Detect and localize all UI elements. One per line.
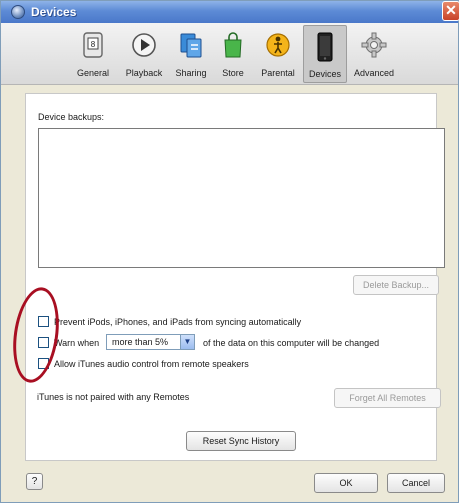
general-icon: 8 <box>83 32 103 58</box>
preferences-toolbar: 8 General Playback Sharing Store Parenta… <box>1 23 458 85</box>
warn-threshold-select[interactable]: more than 5% ▼ <box>106 334 195 350</box>
tab-playback[interactable]: Playback <box>121 25 167 83</box>
device-backups-label: Device backups: <box>38 112 105 122</box>
title-bar[interactable]: Devices ✕ <box>1 1 459 23</box>
tab-advanced[interactable]: Advanced <box>349 25 399 83</box>
playback-icon <box>132 33 156 57</box>
store-icon <box>224 32 242 58</box>
preferences-window: Devices ✕ 8 General Playback Sharing Sto… <box>0 0 459 503</box>
warn-suffix-label: of the data on this computer will be cha… <box>203 338 380 348</box>
tab-store[interactable]: Store <box>215 25 251 83</box>
tab-label: Playback <box>125 68 163 78</box>
ok-button[interactable]: OK <box>314 473 378 493</box>
prevent-sync-option[interactable]: Prevent iPods, iPhones, and iPads from s… <box>38 316 378 330</box>
tab-label: General <box>76 68 110 78</box>
warn-prefix-label: Warn when <box>54 338 100 348</box>
tab-label: Parental <box>261 68 295 78</box>
devices-icon <box>317 32 333 62</box>
reset-sync-history-button[interactable]: Reset Sync History <box>186 431 296 451</box>
tab-general[interactable]: 8 General <box>73 25 113 83</box>
help-button[interactable]: ? <box>26 473 43 490</box>
tab-parental[interactable]: Parental <box>255 25 301 83</box>
parental-icon <box>266 33 290 57</box>
forget-all-remotes-button[interactable]: Forget All Remotes <box>334 388 441 408</box>
remote-audio-label: Allow iTunes audio control from remote s… <box>54 359 249 369</box>
tab-sharing[interactable]: Sharing <box>171 25 211 83</box>
prevent-sync-label: Prevent iPods, iPhones, and iPads from s… <box>54 317 302 327</box>
device-backups-list[interactable] <box>38 128 445 268</box>
svg-text:8: 8 <box>91 40 96 49</box>
itunes-app-icon <box>11 5 25 19</box>
advanced-icon <box>361 32 387 58</box>
close-button[interactable]: ✕ <box>442 1 459 21</box>
tab-devices[interactable]: Devices <box>303 25 347 83</box>
tab-label: Advanced <box>353 68 395 78</box>
window-title: Devices <box>31 5 77 19</box>
warn-threshold-value: more than 5% <box>112 337 169 347</box>
remotes-status-text: iTunes is not paired with any Remotes <box>37 392 190 402</box>
remote-audio-option[interactable]: Allow iTunes audio control from remote s… <box>38 358 318 372</box>
tab-label: Devices <box>308 69 341 79</box>
tab-label: Sharing <box>175 68 207 78</box>
delete-backup-button[interactable]: Delete Backup... <box>353 275 439 295</box>
tab-label: Store <box>222 68 244 78</box>
sharing-icon <box>180 33 202 58</box>
cancel-button[interactable]: Cancel <box>387 473 445 493</box>
chevron-down-icon[interactable]: ▼ <box>180 335 194 349</box>
